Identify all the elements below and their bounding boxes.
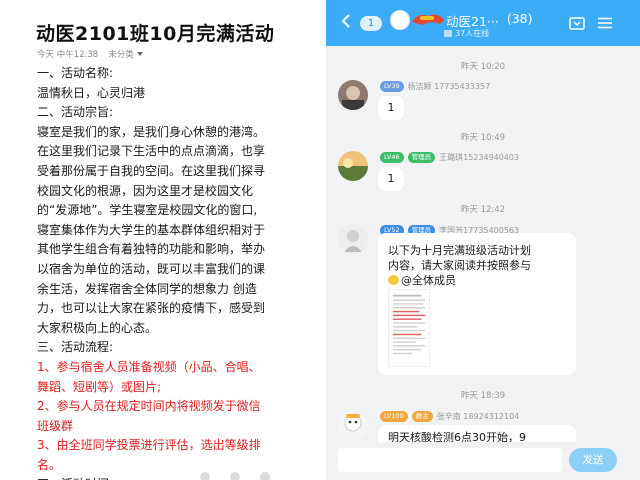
toolbar-dot-icon[interactable] — [200, 472, 210, 480]
sender-name: 张辛南 18924312104 — [436, 412, 520, 421]
note-line: 在这里我们记录下生活中的点点滴滴，也享 — [37, 144, 266, 159]
note-line: 大家积极向上的心态。 — [37, 320, 158, 335]
note-line: 受着那份属于自我的空间。在这里我们探寻 — [37, 163, 266, 178]
note-line: 其他学生组合有着独特的功能和影响，举办 — [37, 242, 266, 257]
message-text: 以下为十月完满班级活动计划 内容，请大家阅读并按照参与 @全体成员 — [388, 243, 566, 288]
back-arrow-icon[interactable] — [340, 14, 352, 28]
note-time: 今天 中午12:38 — [37, 50, 99, 60]
user-avatar[interactable] — [338, 410, 368, 440]
note-meta: 今天 中午12:38 未分类 — [37, 48, 143, 60]
owner-badge: 群主 — [411, 411, 433, 422]
note-line: 的“发源地”。学生寝室是校园文化的窗口, — [37, 203, 258, 218]
message-timestamp: 昨天 12:42 — [460, 205, 506, 215]
send-button[interactable]: 发送 — [569, 448, 617, 472]
note-title: 动医2101班10月完满活动 — [36, 23, 275, 45]
group-notice-icon[interactable] — [569, 16, 585, 30]
online-count: 37人在线 — [455, 29, 490, 38]
group-logo-icon — [412, 14, 444, 25]
note-line: 舞蹈、短剧等）或图片; — [37, 379, 162, 394]
message-line: 以下为十月完满班级活动计划 — [388, 244, 531, 257]
admin-badge: 管理员 — [407, 152, 436, 163]
sender-line: LV46 管理员 王璐琪15234940403 — [380, 152, 519, 163]
sender-line: LV39 杨洁颖 17735433357 — [380, 81, 490, 92]
message-timestamp: 昨天 10:49 — [460, 133, 506, 143]
sender-line: LV100 群主 张辛南 18924312104 — [380, 411, 519, 422]
message-bubble[interactable]: 以下为十月完满班级活动计划 内容，请大家阅读并按照参与 @全体成员 — [378, 233, 576, 375]
note-line: 寝室是我们的家，是我们身心休憩的港湾。 — [37, 124, 266, 139]
member-count: (38) — [506, 11, 533, 26]
user-avatar[interactable] — [338, 80, 368, 110]
chevron-down-icon — [136, 52, 143, 56]
note-line: 3、由全班同学投票进行评估，选出等级排 — [37, 438, 261, 453]
note-line: 二、活动宗旨: — [37, 105, 114, 120]
note-line: 以宿舍为单位的活动，既可以丰富我们的课 — [37, 261, 266, 276]
note-line: 班级群 — [37, 418, 74, 433]
toolbar-dot-icon[interactable] — [230, 472, 240, 480]
document-thumbnail[interactable] — [388, 289, 430, 367]
message-timestamp: 昨天 18:39 — [460, 391, 506, 401]
level-badge: LV46 — [380, 152, 404, 163]
message-bubble[interactable]: 1 — [378, 167, 404, 191]
user-avatar[interactable] — [338, 151, 368, 181]
level-badge: LV100 — [380, 411, 408, 422]
note-body[interactable]: 一、活动名称: 温情秋日，心灵归港 二、活动宗旨: 寝室是我们的家，是我们身心休憩的港… — [37, 64, 313, 480]
category-dropdown[interactable]: 未分类 — [108, 48, 143, 60]
note-line: 一、活动名称: — [37, 66, 114, 80]
note-line: 寝室集体作为大学生的基本群体组织相对于 — [37, 222, 266, 237]
toolbar-dot-icon[interactable] — [260, 472, 270, 480]
mention-all: @全体成员 — [401, 274, 456, 287]
online-status: 37人在线 — [444, 28, 489, 39]
unread-badge[interactable]: 1 — [360, 16, 382, 31]
note-line: 温情秋日，心灵归港 — [37, 85, 146, 100]
emoji-icon — [388, 275, 399, 285]
sender-name: 杨洁颖 17735433357 — [407, 82, 491, 91]
note-toolbar — [200, 469, 300, 480]
sender-name: 王璐琪15234940403 — [439, 153, 520, 162]
menu-icon[interactable] — [597, 17, 613, 29]
note-line: 校园文化的根源，因为这里才是校园文化 — [37, 183, 254, 198]
input-bar: 发送 — [326, 442, 640, 480]
category-label: 未分类 — [108, 50, 134, 60]
level-badge: LV39 — [380, 81, 404, 92]
group-avatar[interactable] — [390, 10, 410, 30]
note-panel: 动医2101班10月完满活动 今天 中午12:38 未分类 一、活动名称: 温情秋… — [0, 0, 318, 480]
message-timestamp: 昨天 10:20 — [460, 62, 506, 72]
message-line: 内容，请大家阅读并按照参与 — [388, 259, 531, 272]
chat-panel: 1 动医21··· (38) 37人在线 昨天 10:20 LV39 杨洁颖 1… — [326, 0, 640, 480]
message-bubble[interactable]: 1 — [378, 96, 404, 120]
chat-header: 1 动医21··· (38) 37人在线 — [326, 0, 640, 46]
note-line: 2、参与人员在规定时间内将视频发于微信 — [37, 399, 261, 414]
message-line-mention: @全体成员 — [388, 273, 566, 288]
note-line: 余生活，发挥宿舍全体同学的想象力 创造 — [37, 281, 257, 296]
message-input[interactable] — [338, 448, 562, 472]
note-line: 三、活动流程: — [37, 340, 114, 355]
note-line: 力，也可以让大家在紧张的疫情下，感受到 — [37, 301, 266, 316]
online-icon — [444, 30, 452, 37]
user-avatar[interactable] — [338, 224, 368, 254]
note-line: 1、参与宿舍人员准备视频（小品、合唱、 — [37, 359, 261, 374]
